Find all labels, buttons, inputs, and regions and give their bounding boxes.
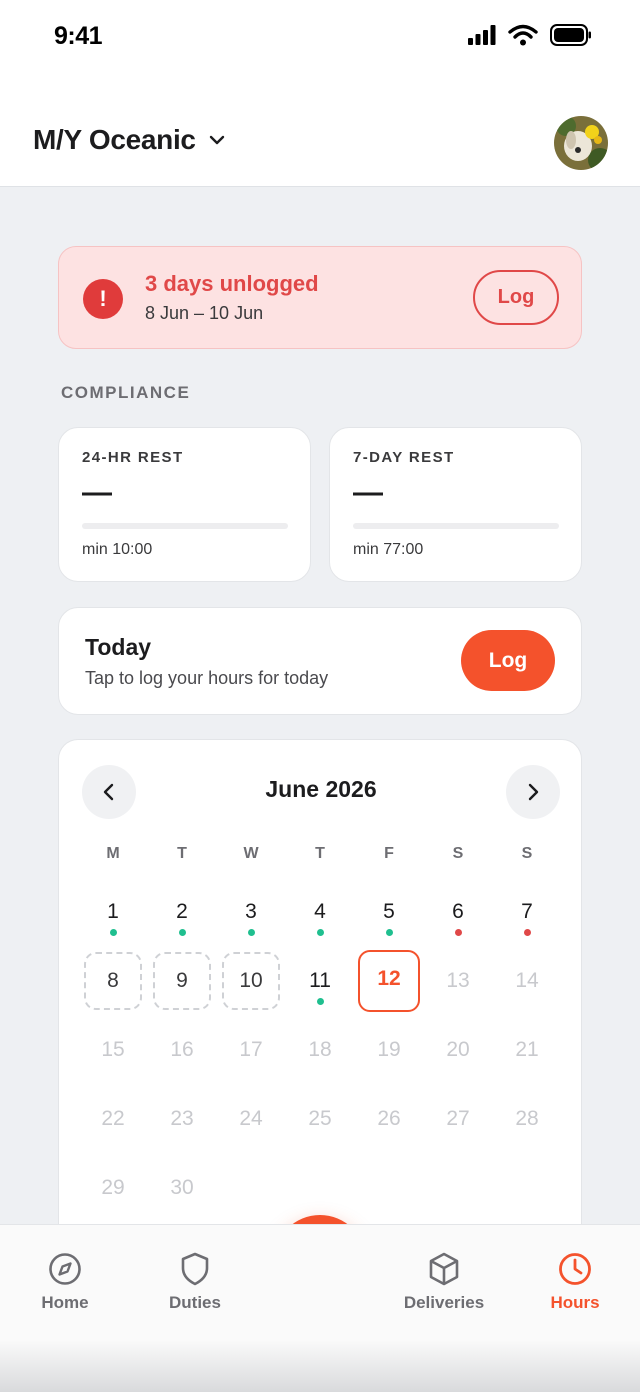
status-time: 9:41 (54, 22, 103, 50)
compliance-progress-bar (82, 523, 288, 529)
month-title: June 2026 (265, 776, 377, 802)
compass-icon (49, 1253, 81, 1285)
calendar-day[interactable]: 10 (222, 952, 280, 1010)
alert-log-button[interactable]: Log (473, 270, 559, 325)
today-subtitle: Tap to log your hours for today (85, 668, 329, 688)
signal-icon (468, 25, 496, 45)
calendar-day: 15 (101, 1038, 125, 1061)
calendar-day[interactable]: 12 (358, 950, 420, 1012)
compliance-progress-bar (353, 523, 559, 529)
next-month-button[interactable] (506, 765, 560, 819)
compliance-value: — (353, 476, 383, 509)
compliance-label: 7-DAY REST (353, 449, 455, 466)
compliance-value: — (82, 476, 112, 509)
calendar-day: 28 (515, 1107, 539, 1130)
compliance-heading: COMPLIANCE (61, 383, 191, 402)
weekday-label: W (243, 845, 259, 862)
calendar-day: 17 (239, 1038, 263, 1061)
weekday-label: M (106, 845, 120, 862)
vessel-selector[interactable]: M/Y Oceanic (33, 124, 226, 156)
calendar-day: 21 (515, 1038, 539, 1061)
tab-label: Duties (169, 1293, 221, 1312)
calendar-day: 30 (170, 1176, 194, 1199)
alert-date-range: 8 Jun – 10 Jun (145, 303, 264, 323)
compliance-card-7day: 7-DAY REST — min 77:00 (329, 427, 582, 582)
calendar-day: 25 (308, 1107, 332, 1130)
calendar-day: 16 (170, 1038, 194, 1061)
vessel-name: M/Y Oceanic (33, 124, 196, 155)
weekday-label: S (521, 845, 533, 862)
calendar-day[interactable]: 9 (153, 952, 211, 1010)
day-status-dot (454, 929, 462, 936)
avatar[interactable] (554, 116, 608, 170)
compliance-min: min 77:00 (353, 541, 424, 558)
unlogged-alert: ! 3 days unlogged 8 Jun – 10 Jun Log (58, 246, 582, 349)
day-status-dot (247, 929, 255, 936)
battery-icon (550, 24, 591, 46)
calendar-day: 19 (377, 1038, 401, 1061)
box-icon (429, 1252, 459, 1286)
compliance-label: 24-HR REST (82, 449, 184, 466)
today-card[interactable]: Today Tap to log your hours for today Lo… (58, 607, 582, 715)
calendar-day: 14 (515, 969, 539, 992)
calendar-card: June 2026 M T W T F S S 1 2 3 4 5 6 7 8 9 10 11 12 13 14 15 16… (58, 739, 582, 1259)
compliance-min: min 10:00 (82, 541, 153, 558)
tab-label: Deliveries (403, 1293, 485, 1312)
wifi-icon (508, 24, 538, 46)
calendar-day: 29 (101, 1176, 125, 1199)
calendar-day: 18 (308, 1038, 332, 1061)
calendar-day: 27 (446, 1107, 470, 1130)
compliance-card-24hr: 24-HR REST — min 10:00 (58, 427, 311, 582)
chevron-down-icon (209, 135, 224, 145)
calendar-day: 22 (101, 1107, 125, 1130)
shield-icon (181, 1252, 209, 1286)
top-bar: 9:41 M/Y Oceanic (0, 0, 640, 187)
calendar-day[interactable]: 8 (84, 952, 142, 1010)
clock-icon (559, 1253, 591, 1285)
calendar-day: 13 (446, 969, 470, 992)
day-status-dot (385, 929, 393, 936)
tab-label: Hours (550, 1293, 600, 1312)
tab-label: Home (41, 1293, 89, 1312)
day-status-dot (178, 929, 186, 936)
day-status-dot (523, 929, 531, 936)
weekday-label: S (452, 845, 464, 862)
alert-title: 3 days unlogged (145, 271, 319, 296)
today-title: Today (85, 634, 152, 660)
home-indicator-area (0, 1340, 640, 1392)
weekday-label: T (177, 845, 187, 862)
day-status-dot (109, 929, 117, 936)
alert-icon: ! (83, 279, 123, 319)
calendar-day: 23 (170, 1107, 194, 1130)
weekday-label: F (384, 845, 394, 862)
day-status-dot (316, 929, 324, 936)
calendar-day: 20 (446, 1038, 470, 1061)
calendar-day: 26 (377, 1107, 401, 1130)
status-icons (468, 24, 592, 46)
weekday-label: T (315, 845, 325, 862)
today-log-button[interactable]: Log (461, 630, 555, 691)
chevron-right-icon (528, 783, 539, 801)
calendar-day: 24 (239, 1107, 263, 1130)
day-status-dot (316, 998, 324, 1005)
